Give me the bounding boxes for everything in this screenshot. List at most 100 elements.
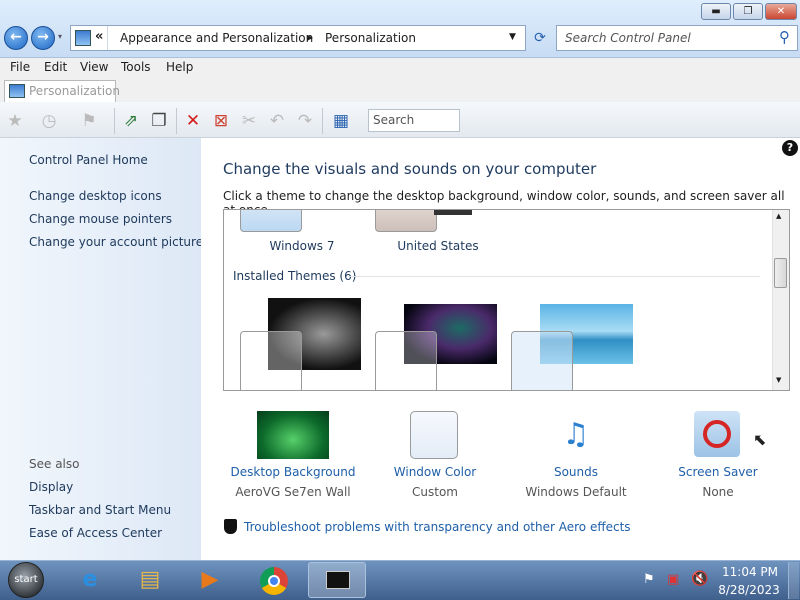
menu-help[interactable]: Help (166, 60, 193, 74)
volume-muted-icon[interactable]: 🔇 (691, 571, 708, 587)
sidebar-change-account-picture[interactable]: Change your account picture (29, 235, 203, 249)
chrome-logo-center (268, 575, 280, 587)
search-control-panel-input[interactable]: Search Control Panel ⚲ (556, 25, 798, 51)
delete-icon[interactable]: ✕ (182, 110, 204, 132)
no-screen-saver-icon (703, 420, 731, 448)
views-icon[interactable]: ▦ (330, 110, 352, 132)
breadcrumb-personalization[interactable]: Personalization (325, 31, 416, 45)
address-dropdown-icon[interactable]: ▼ (509, 32, 516, 42)
see-also-taskbar[interactable]: Taskbar and Start Menu (29, 503, 171, 517)
menu-edit[interactable]: Edit (44, 60, 67, 74)
sidebar-change-mouse-pointers[interactable]: Change mouse pointers (29, 212, 172, 226)
menu-bar (0, 58, 800, 78)
breadcrumb-overflow-icon[interactable]: « (95, 29, 103, 44)
media-player-icon[interactable]: ▶ (188, 563, 232, 597)
menu-view[interactable]: View (80, 60, 108, 74)
breadcrumb-appearance[interactable]: Appearance and Personalization (120, 31, 313, 45)
sidebar-control-panel-home[interactable]: Control Panel Home (29, 153, 148, 167)
minimize-button[interactable]: ▬ (701, 3, 731, 20)
menu-file[interactable]: File (10, 60, 30, 74)
clock-time[interactable]: 11:04 PM (720, 565, 780, 579)
redo-icon[interactable]: ↷ (294, 110, 316, 132)
tab-label: Personalization (29, 84, 120, 98)
tab-row (0, 78, 800, 102)
delete-window-icon[interactable]: ⊠ (210, 110, 232, 132)
back-arrow-icon: ← (10, 29, 22, 45)
toolbar-separator (114, 108, 115, 134)
theme-thumb-windows7[interactable] (240, 210, 302, 232)
clock-date[interactable]: 8/28/2023 (716, 583, 782, 597)
theme-thumb-united-states[interactable] (375, 210, 437, 232)
history-icon[interactable]: ◷ (38, 110, 60, 132)
maximize-button[interactable]: ❐ (733, 3, 763, 20)
theme-label-united-states[interactable]: United States (380, 239, 496, 253)
screen-saver-icon[interactable] (694, 411, 740, 457)
desktop-background-link[interactable]: Desktop Background (225, 465, 361, 479)
move-to-icon[interactable]: ⇗ (120, 110, 142, 132)
toolbar-separator (322, 108, 323, 134)
forward-arrow-icon: → (37, 29, 49, 45)
toolbar-search-placeholder: Search (373, 113, 415, 127)
personalization-tab-icon (9, 84, 25, 98)
copy-to-icon[interactable]: ❐ (148, 110, 170, 132)
sounds-link[interactable]: Sounds (520, 465, 632, 479)
sidebar-change-desktop-icons[interactable]: Change desktop icons (29, 189, 162, 203)
theme-list[interactable]: Windows 7 United States Installed Themes… (223, 209, 790, 391)
start-label: start (14, 574, 38, 585)
control-panel-icon (75, 30, 91, 46)
search-placeholder: Search Control Panel (565, 31, 691, 45)
search-icon[interactable]: ⚲ (779, 28, 790, 46)
recent-pages-dropdown-icon[interactable]: ▾ (58, 32, 66, 42)
close-button[interactable]: ✕ (765, 3, 797, 20)
action-center-flag-icon[interactable]: ⚑ (643, 572, 655, 587)
group-divider (348, 276, 760, 277)
help-icon[interactable]: ? (782, 140, 798, 156)
chrome-icon[interactable] (252, 563, 296, 597)
toolbar-search-input[interactable]: Search (368, 109, 460, 132)
theme-color-swatch-3[interactable] (511, 331, 573, 390)
menu-tools[interactable]: Tools (121, 60, 151, 74)
refresh-icon[interactable]: ⟳ (528, 26, 552, 50)
network-icon[interactable]: ▣ (667, 572, 679, 587)
window-color-icon[interactable] (410, 411, 458, 459)
screen-saver-link[interactable]: Screen Saver (670, 465, 766, 479)
show-desktop-button[interactable] (788, 562, 799, 599)
theme-color-swatch-2[interactable] (375, 331, 437, 390)
folders-icon[interactable]: ⚑ (78, 110, 100, 132)
breadcrumb-chevron-icon[interactable]: ▶ (303, 29, 317, 47)
cut-icon[interactable]: ✂ (238, 110, 260, 132)
see-also-display[interactable]: Display (29, 480, 73, 494)
scroll-down-arrow-icon[interactable]: ▼ (776, 376, 781, 384)
mouse-cursor-icon: ⬉ (753, 430, 767, 449)
screen-saver-value: None (702, 485, 734, 499)
back-button[interactable]: ← (4, 26, 28, 50)
troubleshoot-link[interactable]: Troubleshoot problems with transparency … (244, 520, 631, 534)
control-panel-taskbar-icon (326, 571, 350, 589)
see-also-heading: See also (29, 457, 80, 471)
start-button[interactable]: start (8, 562, 44, 598)
address-bar[interactable]: « Appearance and Personalization ▶ Perso… (70, 25, 526, 51)
forward-button[interactable]: → (31, 26, 55, 50)
theme-label-windows7[interactable]: Windows 7 (254, 239, 350, 253)
sounds-icon[interactable]: ♫ (552, 412, 600, 458)
scroll-thumb[interactable] (774, 258, 787, 288)
desktop-background-value: AeroVG Se7en Wall (235, 485, 351, 499)
scroll-up-arrow-icon[interactable]: ▲ (776, 212, 781, 220)
theme-list-scrollbar[interactable]: ▲ ▼ (772, 210, 789, 390)
internet-explorer-icon[interactable]: e (68, 563, 112, 597)
favorites-star-icon[interactable]: ★ (4, 110, 26, 132)
undo-icon[interactable]: ↶ (266, 110, 288, 132)
toolbar-separator (176, 108, 177, 134)
page-title: Change the visuals and sounds on your co… (223, 160, 597, 178)
see-also-ease-of-access[interactable]: Ease of Access Center (29, 526, 162, 540)
installed-themes-header: Installed Themes (6) (233, 269, 357, 283)
window-color-link[interactable]: Window Color (380, 465, 490, 479)
address-divider (107, 26, 108, 50)
window-color-value: Custom (412, 485, 458, 499)
theme-color-swatch-1[interactable] (240, 331, 302, 390)
desktop-background-icon[interactable] (257, 411, 329, 459)
file-explorer-icon[interactable]: ▤ (128, 563, 172, 597)
chrome-logo (260, 567, 288, 595)
tab-personalization[interactable]: Personalization (4, 80, 120, 102)
control-panel-taskbar-button[interactable] (308, 562, 366, 598)
